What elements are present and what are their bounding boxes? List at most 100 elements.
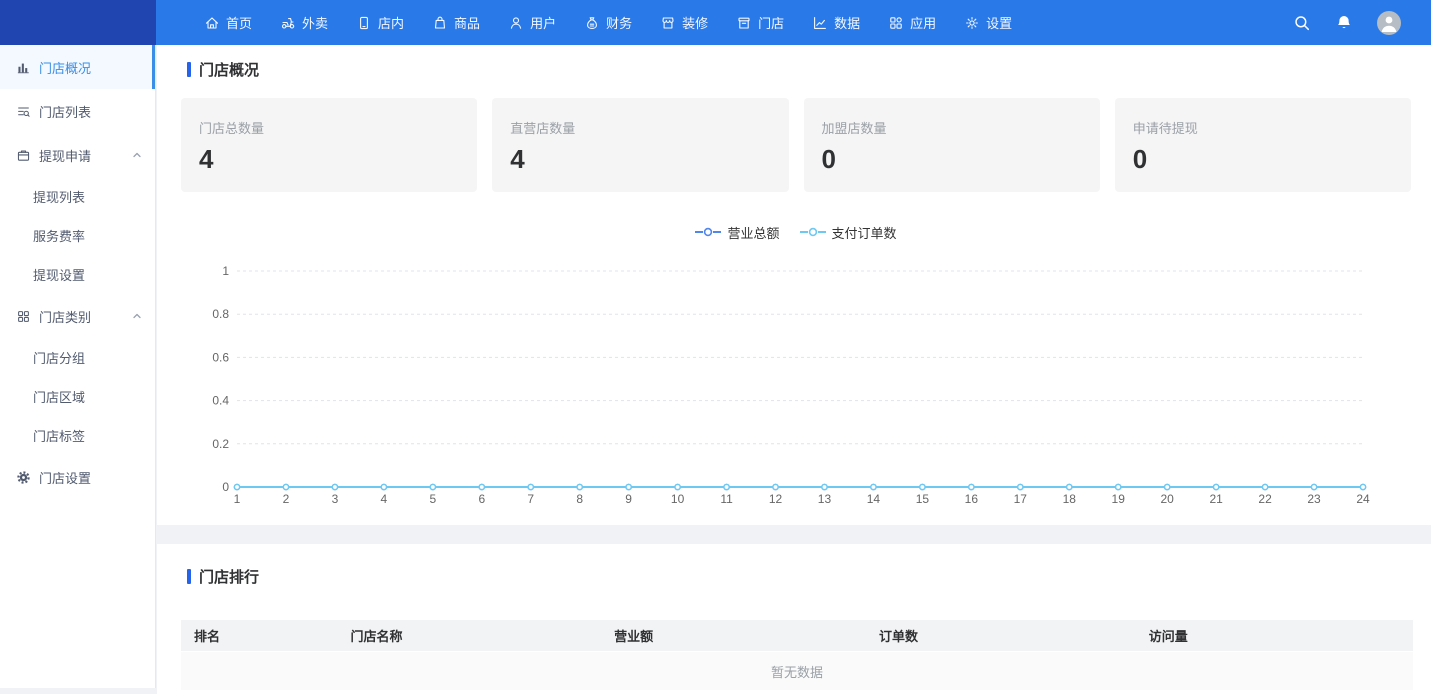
- nav-item-label: 财务: [606, 13, 632, 32]
- store-icon: [736, 15, 752, 31]
- sidebar-subitem-提现列表[interactable]: 提现列表: [0, 177, 155, 216]
- nav-item-label: 应用: [910, 13, 936, 32]
- main-content: 门店概况 门店总数量4直营店数量4加盟店数量0申请待提现0 营业总额支付订单数 …: [157, 45, 1431, 694]
- settings-icon: [964, 15, 980, 31]
- svg-text:16: 16: [965, 492, 979, 506]
- nav-item-店内[interactable]: 店内: [342, 0, 418, 45]
- legend-item-营业总额[interactable]: 营业总额: [695, 223, 779, 242]
- sidebar-item-门店类别[interactable]: 门店类别: [0, 294, 155, 338]
- svg-text:15: 15: [916, 492, 930, 506]
- legend-label: 营业总额: [727, 223, 779, 242]
- nav-item-label: 店内: [378, 13, 404, 32]
- svg-text:0.4: 0.4: [212, 394, 229, 408]
- sidebar-item-label: 门店列表: [39, 102, 91, 121]
- sidebar-subitem-label: 服务费率: [33, 226, 85, 245]
- svg-text:9: 9: [625, 492, 632, 506]
- svg-text:23: 23: [1307, 492, 1321, 506]
- search-icon[interactable]: [1293, 14, 1311, 32]
- svg-text:18: 18: [1063, 492, 1077, 506]
- stat-value: 4: [199, 145, 459, 174]
- ranking-table-header: 排名门店名称营业额订单数访问量: [181, 620, 1413, 651]
- stat-value: 0: [822, 145, 1082, 174]
- nav-item-商品[interactable]: 商品: [418, 0, 494, 45]
- chart-bar-icon: [16, 60, 31, 75]
- sidebar-item-门店概况[interactable]: 门店概况: [0, 45, 155, 89]
- ranking-panel: 门店排行 排名门店名称营业额订单数访问量 暂无数据: [157, 544, 1431, 694]
- list-search-icon: [16, 104, 31, 119]
- sidebar-subitem-label: 门店标签: [33, 426, 85, 445]
- sidebar-subitem-label: 提现列表: [33, 187, 85, 206]
- nav-item-财务[interactable]: 财务: [570, 0, 646, 45]
- nav-item-用户[interactable]: 用户: [494, 0, 570, 45]
- apps-icon: [888, 15, 904, 31]
- sidebar-item-label: 门店概况: [39, 58, 91, 77]
- sidebar-subitem-服务费率[interactable]: 服务费率: [0, 216, 155, 255]
- stat-label: 加盟店数量: [822, 118, 1082, 137]
- logo-area[interactable]: [0, 0, 156, 45]
- sidebar-subitem-门店分组[interactable]: 门店分组: [0, 338, 155, 377]
- table-empty-state: 暂无数据: [181, 651, 1413, 690]
- overview-panel: 门店概况 门店总数量4直营店数量4加盟店数量0申请待提现0 营业总额支付订单数 …: [157, 45, 1431, 525]
- svg-text:19: 19: [1112, 492, 1126, 506]
- sidebar-subitem-label: 门店区域: [33, 387, 85, 406]
- svg-text:1: 1: [222, 264, 229, 278]
- sidebar-item-提现申请[interactable]: 提现申请: [0, 133, 155, 177]
- stat-value: 4: [510, 145, 770, 174]
- decorate-icon: [660, 15, 676, 31]
- title-accent-bar: [187, 569, 191, 584]
- svg-text:24: 24: [1356, 492, 1370, 506]
- stat-label: 申请待提现: [1133, 118, 1393, 137]
- nav-item-应用[interactable]: 应用: [874, 0, 950, 45]
- svg-text:0.2: 0.2: [212, 437, 229, 451]
- sidebar-subitem-门店区域[interactable]: 门店区域: [0, 377, 155, 416]
- nav-item-label: 门店: [758, 13, 784, 32]
- nav-item-外卖[interactable]: 外卖: [266, 0, 342, 45]
- title-accent-bar: [187, 62, 191, 77]
- stat-card-门店总数量: 门店总数量 4: [181, 98, 477, 192]
- sidebar-subitem-提现设置[interactable]: 提现设置: [0, 255, 155, 294]
- sidebar-item-门店列表[interactable]: 门店列表: [0, 89, 155, 133]
- stat-cards: 门店总数量 4 直营店数量 4 加盟店数量 0 申请待提现 0: [181, 98, 1411, 192]
- main-nav: 首页外卖 店内商品用户 财务装修 门店数据 应用设置: [156, 0, 1026, 45]
- svg-text:1: 1: [234, 492, 241, 506]
- ranking-title-text: 门店排行: [199, 566, 259, 587]
- nav-item-设置[interactable]: 设置: [950, 0, 1026, 45]
- svg-text:12: 12: [769, 492, 783, 506]
- chevron-up-icon: [131, 149, 143, 161]
- overview-title-text: 门店概况: [199, 59, 259, 80]
- avatar[interactable]: [1377, 11, 1401, 35]
- home-icon: [204, 15, 220, 31]
- legend-item-支付订单数[interactable]: 支付订单数: [800, 223, 897, 242]
- sidebar-item-门店设置[interactable]: 门店设置: [0, 455, 155, 499]
- nav-item-首页[interactable]: 首页: [204, 0, 266, 45]
- stat-value: 0: [1133, 145, 1393, 174]
- instore-icon: [356, 15, 372, 31]
- legend-line-marker: [800, 227, 826, 237]
- nav-item-数据[interactable]: 数据: [798, 0, 874, 45]
- sidebar-subitem-label: 门店分组: [33, 348, 85, 367]
- sidebar-subitem-门店标签[interactable]: 门店标签: [0, 416, 155, 455]
- chevron-up-icon: [131, 310, 143, 322]
- stat-card-申请待提现: 申请待提现 0: [1115, 98, 1411, 192]
- svg-text:4: 4: [381, 492, 388, 506]
- svg-text:22: 22: [1258, 492, 1272, 506]
- ranking-section-title: 门店排行: [187, 566, 1411, 587]
- nav-item-装修[interactable]: 装修: [646, 0, 722, 45]
- svg-text:2: 2: [283, 492, 290, 506]
- svg-text:10: 10: [671, 492, 685, 506]
- overview-section-title: 门店概况: [187, 59, 1411, 80]
- stat-card-加盟店数量: 加盟店数量 0: [804, 98, 1100, 192]
- sidebar-item-label: 门店设置: [39, 468, 91, 487]
- svg-text:8: 8: [576, 492, 583, 506]
- svg-text:14: 14: [867, 492, 881, 506]
- legend-line-marker: [695, 227, 721, 237]
- takeout-icon: [280, 15, 296, 31]
- svg-text:0.6: 0.6: [212, 350, 229, 364]
- nav-item-门店[interactable]: 门店: [722, 0, 798, 45]
- table-header-门店名称: 门店名称: [337, 620, 601, 651]
- table-header-营业额: 营业额: [601, 620, 866, 651]
- stat-label: 门店总数量: [199, 118, 459, 137]
- bell-icon[interactable]: [1335, 14, 1353, 32]
- stat-label: 直营店数量: [510, 118, 770, 137]
- nav-item-label: 首页: [226, 13, 252, 32]
